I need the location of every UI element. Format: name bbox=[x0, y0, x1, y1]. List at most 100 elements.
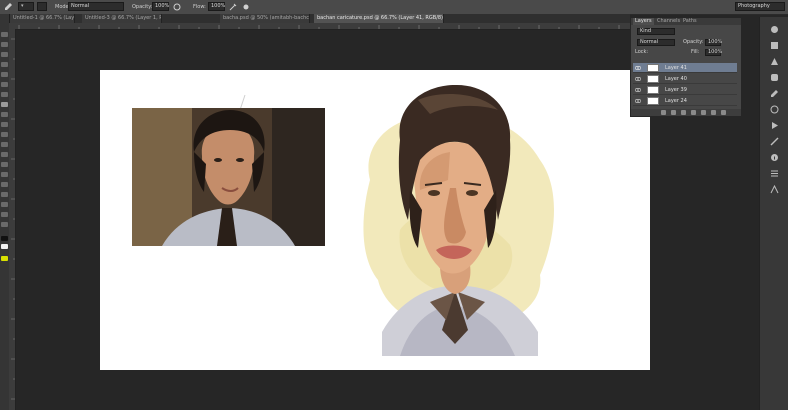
brush-icon[interactable] bbox=[3, 2, 13, 12]
healing-tool[interactable] bbox=[1, 92, 8, 97]
brush-panel-toggle[interactable] bbox=[37, 2, 47, 11]
adjustment-layer-icon[interactable] bbox=[691, 110, 696, 115]
workspace-value: Photography bbox=[738, 3, 770, 9]
quick-mask-button[interactable] bbox=[1, 256, 8, 261]
blur-tool[interactable] bbox=[1, 152, 8, 157]
brush-presets-icon[interactable] bbox=[770, 89, 779, 98]
tab-channels[interactable]: Channels bbox=[655, 18, 682, 25]
pressure-icon[interactable] bbox=[172, 2, 182, 12]
new-layer-icon[interactable] bbox=[711, 110, 716, 115]
eye-icon[interactable] bbox=[635, 76, 641, 82]
mode-select[interactable]: Normal bbox=[68, 2, 124, 11]
layer-thumbnail bbox=[647, 64, 659, 72]
swatches-panel-icon[interactable] bbox=[770, 41, 779, 50]
brush-size-picker[interactable]: ▾ bbox=[18, 2, 34, 11]
flow-value: 100% bbox=[211, 3, 226, 9]
opacity-value: 100% bbox=[155, 3, 170, 9]
layer-row-24[interactable]: Layer 24 bbox=[633, 96, 737, 106]
fill-input[interactable]: 100% bbox=[705, 49, 723, 56]
ruler-vertical[interactable] bbox=[9, 29, 16, 410]
options-bar: ▾ Mode: Normal Opacity: 100% Flow: 100% … bbox=[0, 0, 788, 15]
eyedropper-tool[interactable] bbox=[1, 82, 8, 87]
layer-name: Layer 41 bbox=[665, 65, 687, 71]
dodge-tool[interactable] bbox=[1, 162, 8, 167]
properties-panel-icon[interactable] bbox=[770, 169, 779, 178]
flow-input[interactable]: 100% bbox=[208, 2, 225, 11]
layer-filter-kind[interactable]: Kind bbox=[637, 28, 675, 35]
tab-paths[interactable]: Paths bbox=[681, 18, 699, 25]
fill-value: 100% bbox=[708, 49, 723, 55]
adjustments-panel-icon[interactable] bbox=[770, 57, 779, 66]
color-panel-icon[interactable] bbox=[770, 25, 779, 34]
background-color-swatch[interactable] bbox=[1, 244, 8, 249]
layers-panel: Layers Channels Paths Kind Normal Opacit… bbox=[630, 17, 742, 117]
layer-style-icon[interactable] bbox=[671, 110, 676, 115]
layer-thumbnail bbox=[647, 86, 659, 94]
tablet-pressure-icon[interactable] bbox=[241, 2, 251, 12]
layer-mask-icon[interactable] bbox=[681, 110, 686, 115]
tool-presets-icon[interactable] bbox=[770, 137, 779, 146]
workspace-select[interactable]: Photography bbox=[735, 2, 785, 11]
clone-stamp-tool[interactable] bbox=[1, 112, 8, 117]
info-panel-icon[interactable] bbox=[770, 153, 779, 162]
hand-tool[interactable] bbox=[1, 212, 8, 217]
shape-tool[interactable] bbox=[1, 202, 8, 207]
layers-panel-footer bbox=[631, 109, 741, 116]
actions-panel-icon[interactable] bbox=[770, 121, 779, 130]
layer-name: Layer 24 bbox=[665, 98, 687, 104]
reference-photo-image bbox=[132, 108, 325, 246]
layer-thumbnail bbox=[647, 75, 659, 83]
path-select-tool[interactable] bbox=[1, 192, 8, 197]
character-panel-icon[interactable] bbox=[770, 185, 779, 194]
delete-layer-icon[interactable] bbox=[721, 110, 726, 115]
lasso-tool[interactable] bbox=[1, 52, 8, 57]
panel-opacity-value: 100% bbox=[708, 39, 723, 45]
reference-photo[interactable] bbox=[132, 108, 325, 246]
history-panel-icon[interactable] bbox=[770, 105, 779, 114]
new-group-icon[interactable] bbox=[701, 110, 706, 115]
layer-row-39[interactable]: Layer 39 bbox=[633, 85, 737, 95]
move-tool[interactable] bbox=[1, 32, 8, 37]
tab-untitled-3[interactable]: Untitled-3 @ 66.7% (Layer 1, RGB/8) * bbox=[82, 14, 162, 23]
panel-dock bbox=[759, 17, 788, 410]
gradient-tool[interactable] bbox=[1, 142, 8, 147]
brush-tool[interactable] bbox=[1, 102, 8, 107]
tab-untitled-1[interactable]: Untitled-1 @ 66.7% (Layer 1, RGB/8) * bbox=[10, 14, 75, 23]
pen-tool[interactable] bbox=[1, 172, 8, 177]
fill-label: Fill: bbox=[691, 49, 700, 55]
layer-row-40[interactable]: Layer 40 bbox=[633, 74, 737, 84]
layer-thumbnail bbox=[647, 97, 659, 105]
lock-label: Lock: bbox=[635, 49, 649, 55]
layers-panel-tabs: Layers Channels Paths bbox=[631, 18, 741, 25]
tab-layers[interactable]: Layers bbox=[633, 18, 654, 25]
tab-bachan-caricature[interactable]: bachan caricature.psd @ 66.7% (Layer 41,… bbox=[314, 14, 444, 23]
layer-row-41[interactable]: Layer 41 bbox=[633, 63, 737, 73]
quick-select-tool[interactable] bbox=[1, 62, 8, 67]
blend-mode-select[interactable]: Normal bbox=[637, 39, 675, 46]
opacity-label: Opacity: bbox=[132, 4, 153, 10]
layer-name: Layer 39 bbox=[665, 87, 687, 93]
kind-value: Kind bbox=[640, 28, 652, 34]
type-tool[interactable] bbox=[1, 182, 8, 187]
flow-label: Flow: bbox=[193, 4, 206, 10]
panel-opacity-input[interactable]: 100% bbox=[705, 39, 723, 46]
layer-name: Layer 40 bbox=[665, 76, 687, 82]
airbrush-icon[interactable] bbox=[228, 2, 238, 12]
eye-icon[interactable] bbox=[635, 65, 641, 71]
ruler-horizontal[interactable] bbox=[9, 23, 630, 30]
eye-icon[interactable] bbox=[635, 87, 641, 93]
styles-panel-icon[interactable] bbox=[770, 73, 779, 82]
blend-mode-value: Normal bbox=[640, 39, 659, 45]
link-layers-icon[interactable] bbox=[661, 110, 666, 115]
zoom-tool[interactable] bbox=[1, 222, 8, 227]
mode-value: Normal bbox=[71, 3, 90, 9]
eye-icon[interactable] bbox=[635, 98, 641, 104]
marquee-tool[interactable] bbox=[1, 42, 8, 47]
crop-tool[interactable] bbox=[1, 72, 8, 77]
panel-opacity-label: Opacity: bbox=[683, 39, 704, 45]
foreground-color-swatch[interactable] bbox=[1, 236, 8, 241]
tab-bacha[interactable]: bacha.psd @ 50% (amitabh-bachchan, RGB/8… bbox=[220, 14, 310, 23]
eraser-tool[interactable] bbox=[1, 132, 8, 137]
history-brush-tool[interactable] bbox=[1, 122, 8, 127]
opacity-input[interactable]: 100% bbox=[152, 2, 169, 11]
